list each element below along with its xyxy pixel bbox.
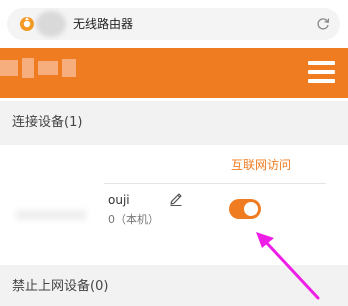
blocked-devices-header: 禁止上网设备(0) — [0, 265, 348, 306]
tab-title: 无线路由器 — [73, 17, 134, 31]
reload-icon[interactable] — [315, 16, 331, 32]
blurred-device-icon — [16, 210, 86, 220]
device-name: ouji — [108, 193, 130, 207]
blurred-logo — [0, 52, 100, 92]
app-header — [0, 48, 348, 98]
router-logo-icon — [20, 17, 34, 31]
internet-access-column-header: 互联网访问 — [231, 158, 292, 172]
connected-devices-title: 连接设备(1) — [12, 115, 83, 130]
internet-access-toggle[interactable] — [229, 199, 261, 219]
pencil-edit-icon[interactable] — [168, 191, 184, 207]
device-list: 互联网访问 ouji 0（本机） — [0, 145, 348, 263]
hamburger-menu-icon[interactable] — [308, 61, 335, 83]
blurred-region — [36, 11, 66, 37]
address-bar[interactable]: 无线路由器 — [7, 8, 340, 40]
browser-top-bar: 无线路由器 — [0, 0, 348, 48]
blocked-devices-title: 禁止上网设备(0) — [12, 279, 109, 294]
toggle-knob — [244, 202, 258, 216]
device-subtitle: 0（本机） — [108, 213, 159, 226]
connected-devices-header: 连接设备(1) — [0, 101, 348, 146]
divider — [104, 183, 326, 184]
